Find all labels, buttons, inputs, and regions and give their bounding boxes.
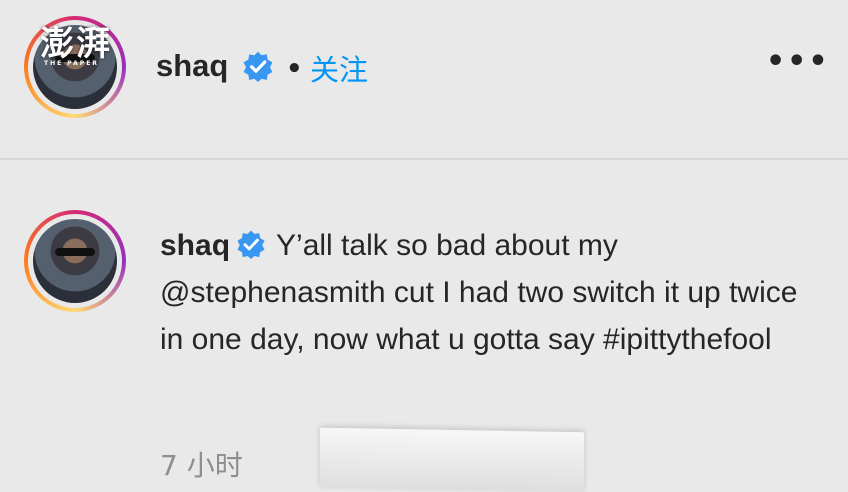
overlay-card: [320, 427, 584, 492]
watermark-subtitle: THE PAPER: [44, 60, 99, 67]
header-separator: •: [286, 54, 303, 84]
verified-badge-icon: [243, 51, 273, 82]
verified-badge-icon: [237, 230, 265, 259]
avatar-photo: [33, 219, 117, 303]
header-username[interactable]: shaq: [156, 48, 228, 84]
caption-username[interactable]: shaq: [160, 229, 230, 262]
post-header: 澎湃 THE PAPER shaq • 关注 •••: [0, 0, 848, 158]
comment-avatar[interactable]: [24, 210, 126, 312]
more-options-icon[interactable]: •••: [766, 44, 830, 79]
header-divider: [0, 158, 848, 160]
post-timestamp: 7 小时: [160, 449, 243, 482]
follow-button[interactable]: 关注: [310, 47, 368, 89]
post-caption: shaq Y’all talk so bad about my @stephen…: [160, 222, 800, 363]
